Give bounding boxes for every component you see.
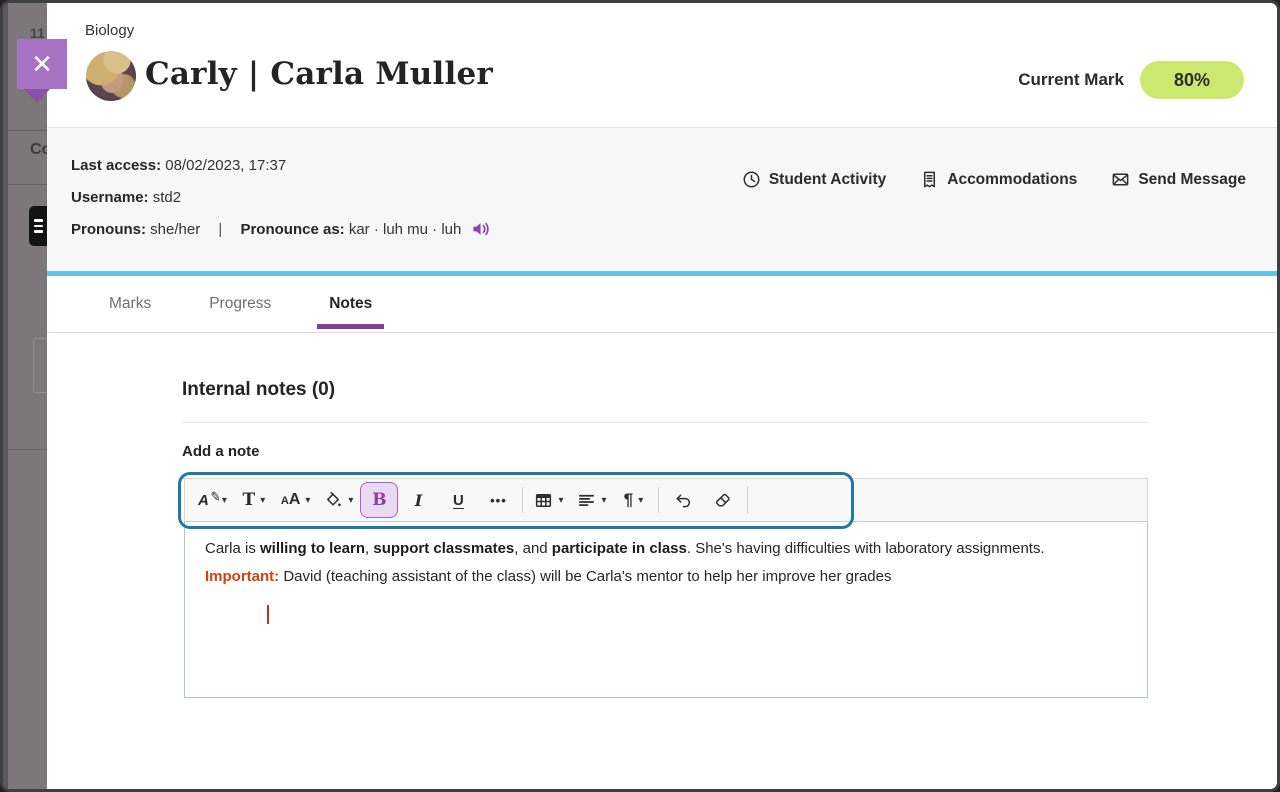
eraser-icon bbox=[713, 491, 732, 510]
chevron-down-icon: ▾ bbox=[305, 495, 310, 506]
last-access-row: Last access: 08/02/2023, 17:37 bbox=[71, 150, 491, 182]
note-paragraph: Important: David (teaching assistant of … bbox=[205, 563, 1110, 591]
underline-icon: U bbox=[453, 492, 464, 509]
accommodations-icon bbox=[920, 170, 939, 189]
pronounce-value: kar · luh mu · luh bbox=[349, 221, 462, 238]
bold-button[interactable]: B bbox=[360, 482, 398, 518]
username-row: Username: std2 bbox=[71, 182, 491, 214]
italic-button[interactable]: I bbox=[398, 483, 438, 517]
close-panel-button[interactable]: ✕ bbox=[17, 39, 67, 103]
accommodations-button[interactable]: Accommodations bbox=[920, 170, 1077, 189]
editor-toolbar: A✎ ▾ T ▾ AA ▾ bbox=[184, 478, 1148, 522]
accommodations-label: Accommodations bbox=[947, 171, 1077, 189]
ellipsis-icon: ••• bbox=[490, 493, 507, 508]
undo-icon bbox=[673, 491, 692, 510]
background-divider bbox=[8, 130, 47, 131]
background-partial-text: Co bbox=[30, 141, 47, 159]
chevron-down-icon: ▾ bbox=[222, 495, 227, 506]
student-avatar bbox=[86, 51, 136, 101]
more-options-button[interactable]: ••• bbox=[478, 483, 518, 517]
section-divider bbox=[182, 422, 1149, 423]
last-access-value: 08/02/2023, 17:37 bbox=[165, 157, 286, 174]
speaker-icon[interactable] bbox=[472, 217, 491, 249]
separator: | bbox=[218, 221, 222, 238]
panel-header: Biology Carly | Carla Muller Current Mar… bbox=[47, 3, 1277, 127]
pronouns-label: Pronouns: bbox=[71, 221, 146, 238]
text-color-button[interactable]: A✎ ▾ bbox=[191, 483, 234, 517]
tab-marks[interactable]: Marks bbox=[97, 276, 163, 332]
send-message-button[interactable]: Send Message bbox=[1111, 170, 1246, 189]
username-label: Username: bbox=[71, 189, 149, 206]
text-color-icon: A✎ bbox=[198, 492, 217, 509]
text-cursor bbox=[267, 605, 269, 624]
align-left-icon bbox=[577, 491, 596, 510]
background-divider bbox=[8, 184, 47, 185]
paint-bucket-icon bbox=[324, 491, 343, 510]
student-info-band: Last access: 08/02/2023, 17:37 Username:… bbox=[47, 127, 1277, 271]
paragraph-icon: ¶ bbox=[624, 490, 633, 510]
toolbar-divider bbox=[658, 487, 659, 513]
last-access-label: Last access: bbox=[71, 157, 161, 174]
toolbar-divider bbox=[747, 487, 748, 513]
table-icon bbox=[534, 491, 553, 510]
chevron-down-icon: ▾ bbox=[638, 495, 643, 506]
underline-button[interactable]: U bbox=[438, 483, 478, 517]
student-activity-button[interactable]: Student Activity bbox=[742, 170, 886, 189]
italic-icon: I bbox=[415, 491, 422, 510]
font-family-button[interactable]: T ▾ bbox=[234, 483, 274, 517]
clock-icon bbox=[742, 170, 761, 189]
font-family-icon: T bbox=[243, 490, 256, 510]
chevron-down-icon: ▾ bbox=[348, 495, 353, 506]
current-mark-label: Current Mark bbox=[1018, 70, 1124, 90]
tab-bar: Marks Progress Notes bbox=[47, 276, 1277, 333]
add-note-label: Add a note bbox=[182, 443, 260, 460]
note-paragraph: Carla is willing to learn, support class… bbox=[205, 535, 1110, 563]
username-value: std2 bbox=[153, 189, 181, 206]
text-align-button[interactable]: ▾ bbox=[570, 483, 613, 517]
student-name-title: Carly | Carla Muller bbox=[145, 56, 493, 92]
paragraph-style-button[interactable]: ¶ ▾ bbox=[614, 483, 654, 517]
toolbar-divider bbox=[522, 487, 523, 513]
internal-notes-heading: Internal notes (0) bbox=[182, 379, 335, 401]
student-profile-panel: Biology Carly | Carla Muller Current Mar… bbox=[47, 3, 1277, 789]
student-activity-label: Student Activity bbox=[769, 171, 886, 189]
pronounce-label: Pronounce as: bbox=[240, 221, 344, 238]
bold-icon: B bbox=[372, 490, 386, 510]
note-editor-textarea[interactable]: Carla is willing to learn, support class… bbox=[184, 522, 1148, 698]
send-message-label: Send Message bbox=[1138, 171, 1246, 189]
close-tag-tail bbox=[24, 89, 50, 103]
chevron-down-icon: ▾ bbox=[260, 495, 265, 506]
highlight-color-button[interactable]: ▾ bbox=[317, 483, 360, 517]
background-divider bbox=[8, 449, 47, 450]
current-mark-badge: 80% bbox=[1140, 61, 1244, 99]
envelope-icon bbox=[1111, 170, 1130, 189]
clear-formatting-button[interactable] bbox=[703, 483, 743, 517]
course-name: Biology bbox=[85, 22, 134, 39]
pronouns-row: Pronouns: she/her | Pronounce as: kar · … bbox=[71, 214, 491, 249]
font-size-button[interactable]: AA ▾ bbox=[274, 483, 318, 517]
tab-progress[interactable]: Progress bbox=[197, 276, 283, 332]
close-icon[interactable]: ✕ bbox=[17, 39, 67, 89]
tab-notes[interactable]: Notes bbox=[317, 276, 384, 332]
chevron-down-icon: ▾ bbox=[601, 495, 606, 506]
background-card-outline bbox=[33, 338, 47, 393]
dimmed-background: 11 Co bbox=[3, 3, 47, 789]
undo-button[interactable] bbox=[663, 483, 703, 517]
font-size-icon: AA bbox=[281, 491, 301, 509]
pronouns-value: she/her bbox=[150, 221, 200, 238]
journal-icon bbox=[29, 206, 47, 246]
insert-table-button[interactable]: ▾ bbox=[527, 483, 570, 517]
chevron-down-icon: ▾ bbox=[558, 495, 563, 506]
student-detail-overlay: 11 Co ✕ Biology Carly | Carla Muller Cur… bbox=[0, 0, 1280, 792]
